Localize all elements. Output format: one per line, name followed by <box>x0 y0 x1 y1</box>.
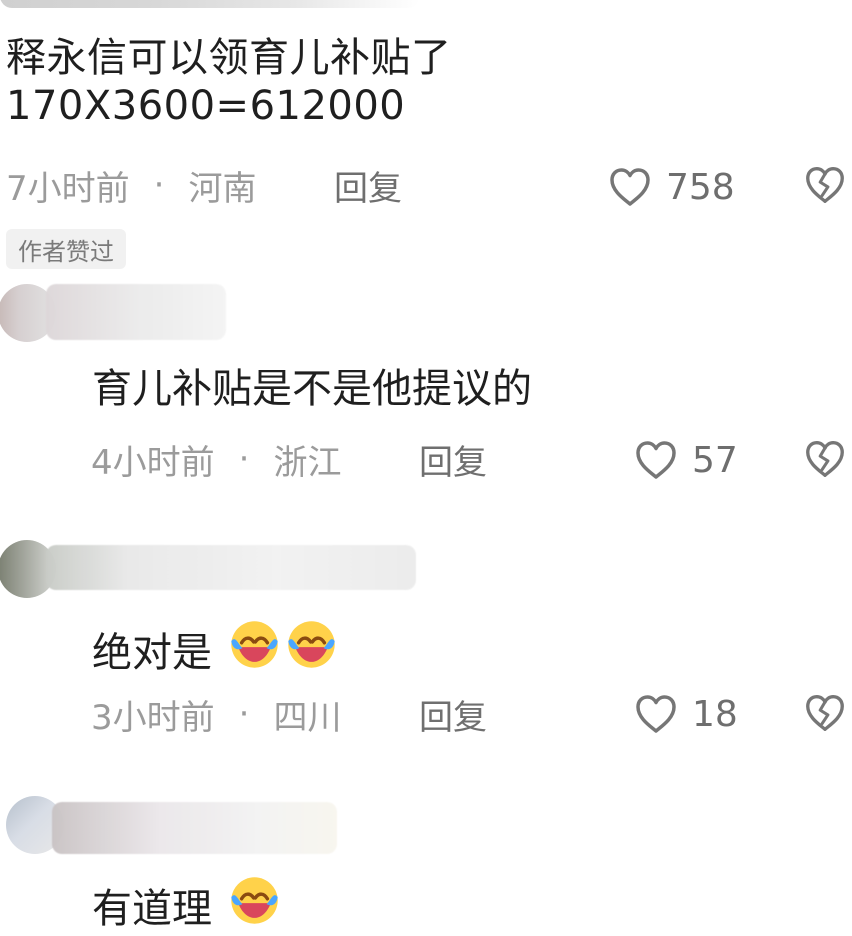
broken-heart-icon[interactable] <box>802 690 848 736</box>
top-comment-text: 释永信可以领育儿补贴了 170X3600=612000 <box>6 34 452 130</box>
reply-text: 有道理 <box>92 873 282 933</box>
top-comment-line-1: 释永信可以领育儿补贴了 <box>6 35 452 81</box>
reply-text: 绝对是 <box>92 617 339 677</box>
cropped-previous-line <box>0 0 420 8</box>
meta-separator: · <box>238 439 250 479</box>
blurred-username[interactable] <box>46 545 416 590</box>
reply-meta: 4小时前 · 浙江 回复 <box>91 438 521 483</box>
heart-icon <box>636 441 676 479</box>
reply-text-content: 有道理 <box>92 886 212 932</box>
laughing-crying-emoji-icon <box>231 621 278 668</box>
blurred-username[interactable] <box>52 802 337 854</box>
laughing-crying-emoji-icon <box>231 877 278 924</box>
laughing-crying-emoji-icon <box>288 621 335 668</box>
meta-separator: · <box>153 165 165 205</box>
like-count: 18 <box>692 693 738 735</box>
blurred-username[interactable] <box>46 284 226 340</box>
like-button[interactable]: 758 <box>606 163 735 211</box>
reply-button[interactable]: 回复 <box>419 690 487 739</box>
comment-location: 浙江 <box>273 442 342 483</box>
top-comment-line-2: 170X3600=612000 <box>6 83 406 129</box>
broken-heart-icon[interactable] <box>802 162 848 208</box>
reply-text-content: 绝对是 <box>92 630 212 676</box>
like-count: 57 <box>692 439 738 481</box>
reply-text: 育儿补贴是不是他提议的 <box>92 366 532 412</box>
comment-location: 四川 <box>273 697 342 738</box>
comment-time: 3小时前 <box>91 697 215 738</box>
author-liked-badge: 作者赞过 <box>6 229 126 269</box>
top-comment-meta: 7小时前 · 河南 回复 <box>6 164 436 209</box>
reply-button[interactable]: 回复 <box>334 161 402 210</box>
comment-time: 7小时前 <box>6 168 130 209</box>
reply-meta: 3小时前 · 四川 回复 <box>91 693 521 738</box>
comment-time: 4小时前 <box>91 442 215 483</box>
broken-heart-icon[interactable] <box>802 436 848 482</box>
meta-separator: · <box>238 694 250 734</box>
heart-icon <box>636 695 676 733</box>
like-button[interactable]: 57 <box>632 436 738 484</box>
heart-icon <box>610 168 650 206</box>
like-button[interactable]: 18 <box>632 690 738 738</box>
reply-button[interactable]: 回复 <box>419 435 487 484</box>
like-count: 758 <box>666 166 735 208</box>
comment-location: 河南 <box>188 168 257 209</box>
